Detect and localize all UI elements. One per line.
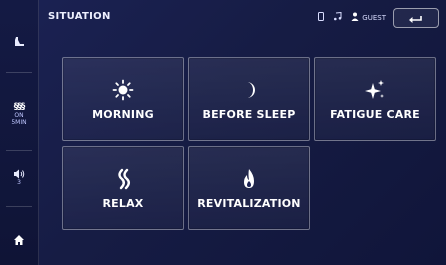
rail-divider [6,150,32,151]
header-bar: SITUATION GUEST [38,0,446,42]
rail-divider [6,72,32,73]
heat-state: ON [14,112,24,119]
tile-revitalization[interactable]: REVITALIZATION [188,146,310,230]
tile-label: BEFORE SLEEP [202,107,296,121]
page-title: SITUATION [48,11,111,22]
phone-status [318,12,325,23]
phone-icon [318,12,325,23]
chair-icon [12,35,26,49]
flame-icon [239,167,259,191]
tile-label: RELAX [102,196,144,210]
user-status[interactable]: GUEST [351,12,386,23]
tile-relax[interactable]: RELAX [62,146,184,230]
moon-icon [239,78,259,102]
tile-fatigue-care[interactable]: FATIGUE CARE [314,57,436,141]
situation-grid: MORNING BEFORE SLEEP FATIGUE CARE RELAX [62,57,436,230]
home-button[interactable] [0,228,38,252]
sparkle-icon [364,78,386,102]
tile-morning[interactable]: MORNING [62,57,184,141]
rail-divider [6,206,32,207]
tile-label: REVITALIZATION [197,196,301,210]
volume-level: 3 [17,178,21,186]
user-icon [351,12,359,23]
home-icon [13,234,25,246]
left-rail: §§§ ON 5MIN 3 [0,0,39,265]
tile-label: FATIGUE CARE [330,107,420,121]
waves-icon [113,167,133,191]
heat-timer: 5MIN [11,119,27,126]
tile-before-sleep[interactable]: BEFORE SLEEP [188,57,310,141]
heat-label: §§§ [13,102,25,112]
user-name: GUEST [362,13,386,22]
back-button[interactable] [393,8,439,28]
massage-chair-button[interactable] [0,28,38,56]
return-arrow-icon [408,9,424,28]
speaker-icon [13,169,25,179]
tile-label: MORNING [92,107,154,121]
status-bar: GUEST [318,11,386,23]
music-status [333,11,342,23]
music-note-icon [333,11,342,23]
sun-icon [112,78,134,102]
volume-button[interactable]: 3 [0,160,38,194]
heat-toggle[interactable]: §§§ ON 5MIN [0,95,38,133]
